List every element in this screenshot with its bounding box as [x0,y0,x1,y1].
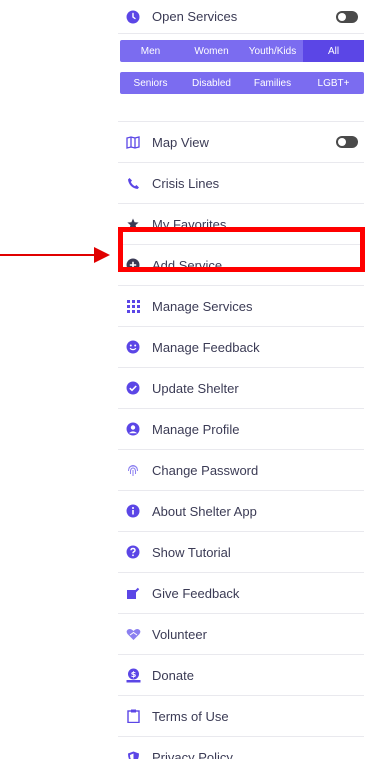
menu-item-manage-services[interactable]: Manage Services [118,286,364,327]
menu-item-label: Manage Services [152,298,253,314]
menu-item-volunteer[interactable]: Volunteer [118,614,364,655]
fingerprint-icon [124,461,142,479]
filter-row-1: Men Women Youth/Kids All [120,40,364,62]
donate-icon: $ [124,666,142,684]
menu-item-donate[interactable]: $ Donate [118,655,364,696]
menu-item-map-view[interactable]: Map View [118,122,364,163]
menu-item-label: Give Feedback [152,585,240,601]
clipboard-icon [124,707,142,725]
clock-icon [124,8,142,26]
svg-text:$: $ [130,670,136,679]
filter-families[interactable]: Families [242,72,303,94]
menu-item-show-tutorial[interactable]: Show Tutorial [118,532,364,573]
menu-item-crisis-lines[interactable]: Crisis Lines [118,163,364,204]
menu-item-change-password[interactable]: Change Password [118,450,364,491]
menu-item-label: Show Tutorial [152,544,231,560]
filter-all[interactable]: All [303,40,364,62]
menu-item-label: Donate [152,667,194,683]
menu-item-label: Volunteer [152,626,207,642]
menu-item-label: Manage Profile [152,421,240,437]
open-services-label: Open Services [152,9,238,24]
filter-disabled[interactable]: Disabled [181,72,242,94]
menu-item-open-services[interactable]: Open Services [118,0,364,34]
navigation-drawer-page: Open Services Men Women Youth/Kids All S… [0,0,368,759]
phone-icon [124,174,142,192]
grid-icon [124,297,142,315]
map-view-toggle[interactable] [336,136,358,148]
menu-item-label: About Shelter App [152,503,257,519]
menu-item-about-shelter-app[interactable]: About Shelter App [118,491,364,532]
filter-group: Men Women Youth/Kids All Seniors Disable… [118,40,364,122]
menu-item-label: Terms of Use [152,708,229,724]
filter-lgbt[interactable]: LGBT+ [303,72,364,94]
menu-item-privacy-policy[interactable]: Privacy Policy [118,737,364,759]
heart-hands-icon [124,625,142,643]
menu-item-label: Crisis Lines [152,175,220,191]
menu-item-label: Privacy Policy [152,750,233,759]
menu-item-update-shelter[interactable]: Update Shelter [118,368,364,409]
filter-seniors[interactable]: Seniors [120,72,181,94]
pointer-arrow-line [0,254,96,256]
info-icon [124,502,142,520]
menu-item-manage-feedback[interactable]: Manage Feedback [118,327,364,368]
pointer-arrow-head [94,247,110,263]
menu-item-give-feedback[interactable]: Give Feedback [118,573,364,614]
question-icon [124,543,142,561]
menu-item-label: Change Password [152,462,259,478]
filter-men[interactable]: Men [120,40,181,62]
side-menu: Open Services Men Women Youth/Kids All S… [118,0,364,759]
map-icon [124,133,142,151]
menu-item-label: Manage Feedback [152,339,260,355]
menu-item-manage-profile[interactable]: Manage Profile [118,409,364,450]
open-services-toggle[interactable] [336,10,358,23]
filter-women[interactable]: Women [181,40,242,62]
menu-item-label: Map View [152,134,209,150]
filter-youth-kids[interactable]: Youth/Kids [242,40,303,62]
menu-item-terms-of-use[interactable]: Terms of Use [118,696,364,737]
user-circle-icon [124,420,142,438]
edit-icon [124,584,142,602]
menu-item-label: Update Shelter [152,380,239,396]
shield-icon [124,749,142,759]
highlight-box [118,227,365,272]
smile-icon [124,338,142,356]
check-circle-icon [124,379,142,397]
filter-row-2: Seniors Disabled Families LGBT+ [120,72,364,94]
